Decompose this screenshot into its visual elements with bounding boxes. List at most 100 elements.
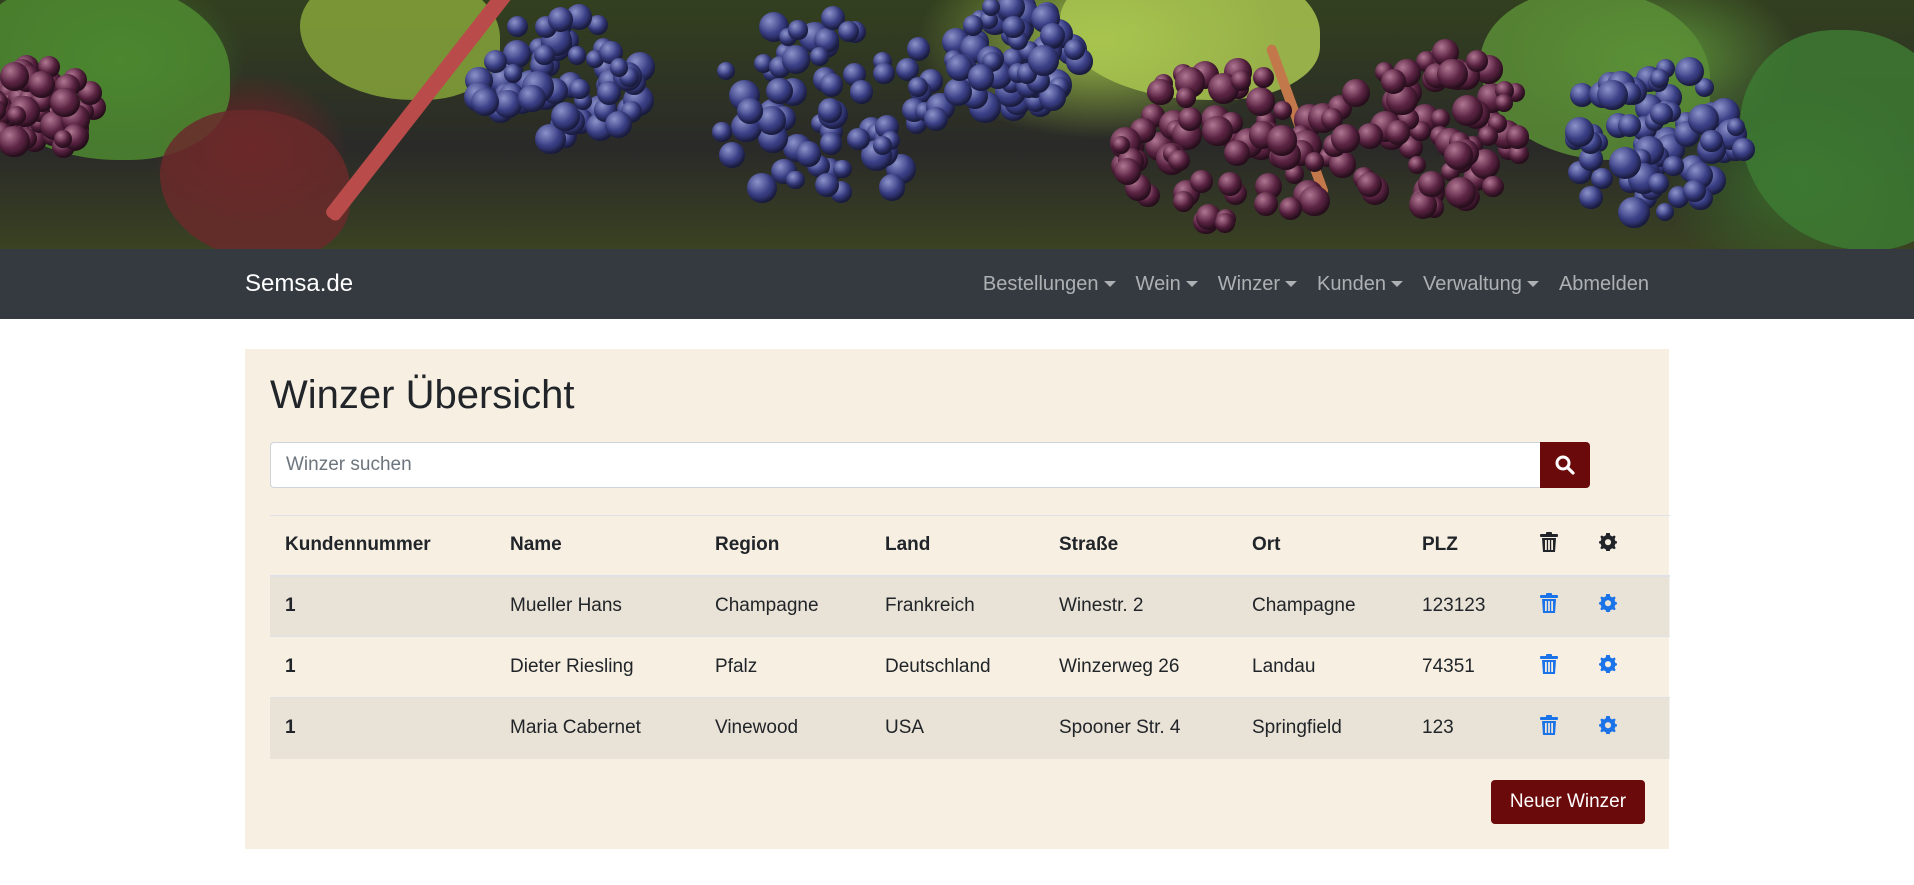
search-button[interactable] [1540, 442, 1590, 488]
grape [1175, 87, 1197, 108]
grape [1113, 157, 1141, 185]
grape [27, 70, 55, 98]
brand-link[interactable]: Semsa.de [245, 249, 353, 319]
grape [847, 127, 870, 151]
grape [1682, 179, 1706, 203]
grape [1266, 124, 1298, 156]
column-header-delete [1525, 516, 1584, 576]
new-winzer-button[interactable]: Neuer Winzer [1491, 780, 1645, 824]
grape [1466, 50, 1488, 72]
cell-delete [1525, 637, 1584, 698]
grape [470, 87, 500, 117]
nav-item-kunden[interactable]: Kunden [1307, 273, 1413, 296]
cell-strasse: Spooner Str. 4 [1059, 717, 1181, 739]
grape [849, 79, 874, 104]
grape [810, 47, 829, 66]
grape [788, 20, 808, 40]
grape [1254, 192, 1278, 217]
grape [6, 106, 26, 126]
grape [1732, 138, 1755, 162]
search-input[interactable] [270, 442, 1540, 488]
grape [1331, 123, 1361, 154]
grape [503, 64, 523, 83]
grape [1230, 70, 1252, 91]
cell-name: Maria Cabernet [510, 717, 641, 739]
nav-item-label: Kunden [1317, 272, 1386, 295]
grape [1477, 125, 1498, 146]
delete-button[interactable] [1540, 592, 1558, 620]
page-title: Winzer Übersicht [270, 373, 575, 417]
grape [1279, 197, 1303, 221]
grape [1591, 167, 1614, 190]
delete-button[interactable] [1540, 653, 1558, 681]
grape [1172, 190, 1194, 212]
edit-settings-button[interactable] [1599, 594, 1617, 618]
column-header-ort[interactable]: Ort [1237, 516, 1407, 576]
delete-button[interactable] [1540, 714, 1558, 742]
gear-icon [1599, 716, 1617, 735]
column-header-land[interactable]: Land [870, 516, 1044, 576]
cell-land: Frankreich [885, 595, 975, 617]
grape [717, 61, 736, 80]
grape [1223, 139, 1251, 166]
column-header-plz[interactable]: PLZ [1407, 516, 1525, 576]
grape [923, 106, 948, 131]
grape [782, 45, 811, 74]
column-header-region[interactable]: Region [700, 516, 870, 576]
grape [1579, 185, 1603, 210]
caret-down-icon [1103, 281, 1116, 287]
grape [907, 76, 928, 97]
column-header-strasse[interactable]: Straße [1044, 516, 1237, 576]
table-row: 1 Dieter Riesling Pfalz Deutschland Winz… [270, 636, 1670, 698]
grape [50, 88, 80, 118]
grape [833, 159, 852, 179]
leaf-shape [1740, 30, 1914, 249]
cell-delete [1525, 698, 1584, 759]
grape [1168, 150, 1190, 172]
grape [1597, 79, 1628, 111]
cell-ort: Champagne [1252, 595, 1356, 617]
column-header-name[interactable]: Name [495, 516, 700, 576]
cell-plz: 123 [1422, 717, 1454, 739]
search-bar [270, 442, 1590, 488]
nav-item-verwaltung[interactable]: Verwaltung [1413, 273, 1549, 296]
grape [1408, 155, 1427, 174]
nav-item-label: Winzer [1217, 272, 1280, 295]
grape [568, 78, 590, 100]
cell-strasse: Winzerweg 26 [1059, 656, 1180, 677]
cell-kundennummer: 1 [285, 656, 296, 677]
grape [1272, 100, 1292, 120]
grape [1444, 140, 1474, 170]
grape [737, 98, 763, 125]
nav-item-abmelden[interactable]: Abmelden [1549, 273, 1659, 296]
gear-icon [1599, 533, 1617, 552]
cell-edit [1584, 576, 1670, 637]
grape [534, 44, 555, 66]
nav-item-bestellungen[interactable]: Bestellungen [973, 273, 1126, 296]
grape [605, 110, 633, 138]
grape [786, 170, 805, 190]
cell-region: Vinewood [715, 717, 799, 739]
grape [1482, 175, 1504, 197]
grape [1299, 185, 1330, 216]
column-header-kundennummer[interactable]: Kundennummer [270, 516, 495, 576]
gear-icon [1599, 594, 1617, 613]
grape [1385, 120, 1411, 145]
edit-settings-button[interactable] [1599, 716, 1617, 740]
grape [1356, 171, 1382, 197]
grape [1618, 196, 1650, 229]
table-row: 1 Maria Cabernet Vinewood USA Spooner St… [270, 697, 1670, 759]
grape [819, 73, 844, 97]
nav-item-winzer[interactable]: Winzer [1208, 273, 1307, 296]
cell-ort: Springfield [1252, 717, 1342, 739]
grape [0, 62, 29, 91]
edit-settings-button[interactable] [1599, 655, 1617, 679]
grape [1608, 147, 1641, 179]
grape [878, 174, 906, 201]
cell-kundennummer: 1 [285, 595, 296, 617]
grape [596, 80, 622, 106]
grape [1111, 135, 1130, 154]
grape [718, 142, 745, 169]
grape [1304, 152, 1325, 172]
nav-item-wein[interactable]: Wein [1126, 273, 1208, 296]
